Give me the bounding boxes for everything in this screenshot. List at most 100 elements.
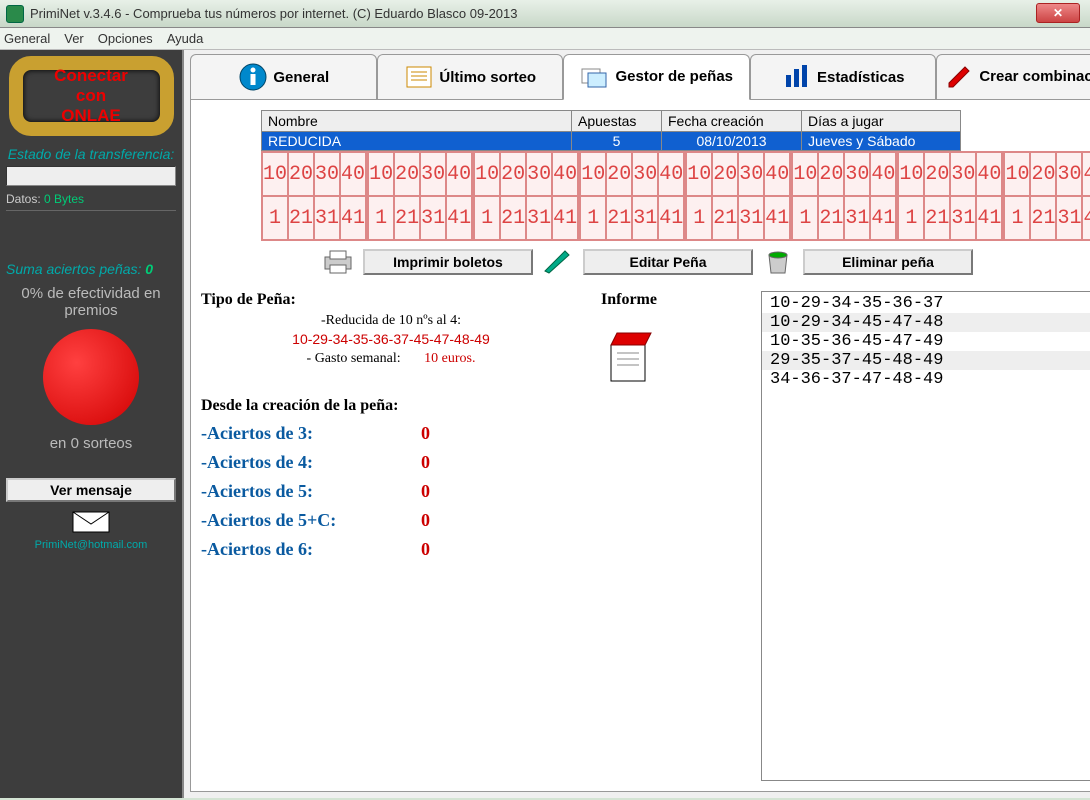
ticket-cell: 30 [314, 152, 340, 196]
ticket-cell: 10 [1004, 152, 1030, 196]
tab-gestor-penas[interactable]: Gestor de peñas [563, 54, 750, 100]
ticket-cell: 31 [950, 196, 976, 240]
menu-general[interactable]: General [4, 31, 50, 46]
tipo-panel: Tipo de Peña: -Reducida de 10 nºs al 4: … [201, 291, 581, 781]
col-dias: Días a jugar [802, 111, 961, 132]
hits-label: -Aciertos de 6: [201, 539, 421, 560]
info-icon [237, 61, 269, 93]
ticket-cell: 30 [420, 152, 446, 196]
pen-icon [541, 247, 575, 277]
ticket-cell: 20 [818, 152, 844, 196]
tipo-sub: -Reducida de 10 nºs al 4: [201, 313, 581, 329]
connect-line2: con [76, 86, 106, 106]
ticket-cell: 40 [1082, 152, 1090, 196]
ver-mensaje-button[interactable]: Ver mensaje [6, 478, 176, 502]
tab-crear-combinacion[interactable]: Crear combinación [936, 54, 1090, 100]
tab-gestor-label: Gestor de peñas [615, 69, 733, 85]
ticket-cell: 20 [924, 152, 950, 196]
ticket-cell: 41 [658, 196, 684, 240]
hits-value: 0 [421, 423, 430, 444]
imprimir-button[interactable]: Imprimir boletos [363, 249, 533, 275]
ticket-icon [579, 61, 611, 93]
tab-bar: General Último sorteo Gestor de peñas Es… [190, 54, 1090, 100]
close-button[interactable]: ✕ [1036, 3, 1080, 23]
ticket-cell: 40 [870, 152, 896, 196]
ticket-cell: 21 [712, 196, 738, 240]
ticket-cell: 30 [1056, 152, 1082, 196]
ticket-cell: 40 [446, 152, 472, 196]
ticket-cell: 31 [844, 196, 870, 240]
editar-button[interactable]: Editar Peña [583, 249, 753, 275]
tab-general-label: General [273, 69, 329, 86]
combo-row[interactable]: 10-29-34-35-36-37 [762, 294, 1090, 313]
ticket-cell: 41 [340, 196, 366, 240]
tab-estadisticas[interactable]: Estadísticas [750, 54, 937, 100]
datos-row: Datos: 0 Bytes [6, 192, 176, 211]
ticket-cell: 41 [870, 196, 896, 240]
combo-row[interactable]: 10-29-34-45-47-48 [762, 313, 1090, 332]
report-icon[interactable] [601, 327, 741, 389]
ticket-cell: 40 [764, 152, 790, 196]
ticket-cell: 21 [288, 196, 314, 240]
hits-label: -Aciertos de 4: [201, 452, 421, 473]
cell-fecha: 08/10/2013 [662, 132, 802, 151]
tab-ultimo-sorteo[interactable]: Último sorteo [377, 54, 564, 100]
ticket-cell: 21 [924, 196, 950, 240]
informe-panel: Informe [601, 291, 741, 781]
menu-ver[interactable]: Ver [64, 31, 84, 46]
window-title: PrimiNet v.3.4.6 - Comprueba tus números… [30, 6, 518, 21]
ticket-cell: 40 [658, 152, 684, 196]
datos-label: Datos: [6, 192, 41, 206]
ticket-cell: 30 [738, 152, 764, 196]
ticket-cell: 41 [1082, 196, 1090, 240]
ticket-cell: 21 [1030, 196, 1056, 240]
hits-row: -Aciertos de 3:0 [201, 423, 581, 444]
ticket-cell: 20 [394, 152, 420, 196]
bars-icon [781, 61, 813, 93]
informe-head: Informe [601, 291, 741, 309]
penas-table[interactable]: Nombre Apuestas Fecha creación Días a ju… [261, 110, 961, 151]
ticket-cell: 10 [262, 152, 288, 196]
transfer-status-label: Estado de la transferencia: [8, 146, 175, 162]
pencil-icon [943, 61, 975, 93]
combo-row[interactable]: 10-35-36-45-47-49 [762, 332, 1090, 351]
ticket-cell: 31 [1056, 196, 1082, 240]
ticket-cell: 20 [288, 152, 314, 196]
menu-opciones[interactable]: Opciones [98, 31, 153, 46]
connect-onlae-button[interactable]: Conectar con ONLAE [9, 56, 174, 136]
ticket-cell: 1 [262, 196, 288, 240]
connect-line3: ONLAE [61, 106, 121, 126]
hits-label: -Aciertos de 3: [201, 423, 421, 444]
combo-row[interactable]: 29-35-37-45-48-49 [762, 351, 1090, 370]
ticket-cell: 41 [764, 196, 790, 240]
hits-row: -Aciertos de 4:0 [201, 452, 581, 473]
tab-general[interactable]: General [190, 54, 377, 100]
mail-icon [69, 502, 113, 539]
cell-dias: Jueves y Sábado [802, 132, 961, 151]
ticket-cell: 41 [446, 196, 472, 240]
combo-row[interactable]: 34-36-37-47-48-49 [762, 370, 1090, 389]
combinations-list[interactable]: 10-29-34-35-36-3710-29-34-45-47-4810-35-… [761, 291, 1090, 781]
hits-value: 0 [421, 452, 430, 473]
ticket-cell: 1 [1004, 196, 1030, 240]
list-icon [403, 61, 435, 93]
ticket-cell: 40 [340, 152, 366, 196]
efectividad-label: 0% de efectividad en premios [6, 285, 176, 319]
gasto-label: - Gasto semanal: [307, 351, 401, 366]
ticket-cell: 10 [686, 152, 712, 196]
aciertos-label: Suma aciertos peñas: 0 [6, 261, 176, 277]
tipo-head: Tipo de Peña: [201, 291, 581, 309]
sidebar: Conectar con ONLAE Estado de la transfer… [0, 50, 184, 798]
eliminar-button[interactable]: Eliminar peña [803, 249, 973, 275]
mail-address: PrimiNet@hotmail.com [35, 539, 148, 551]
ticket-cell: 30 [632, 152, 658, 196]
col-nombre: Nombre [262, 111, 572, 132]
printer-icon [321, 247, 355, 277]
table-row[interactable]: REDUCIDA 5 08/10/2013 Jueves y Sábado [262, 132, 961, 151]
menu-ayuda[interactable]: Ayuda [167, 31, 204, 46]
gasto-value: 10 euros. [424, 351, 475, 366]
hits-label: -Aciertos de 5+C: [201, 510, 421, 531]
ticket-cell: 31 [526, 196, 552, 240]
ticket-strip: 1020304012131411020304012131411020304012… [261, 151, 1090, 241]
status-dot-icon [43, 329, 139, 425]
